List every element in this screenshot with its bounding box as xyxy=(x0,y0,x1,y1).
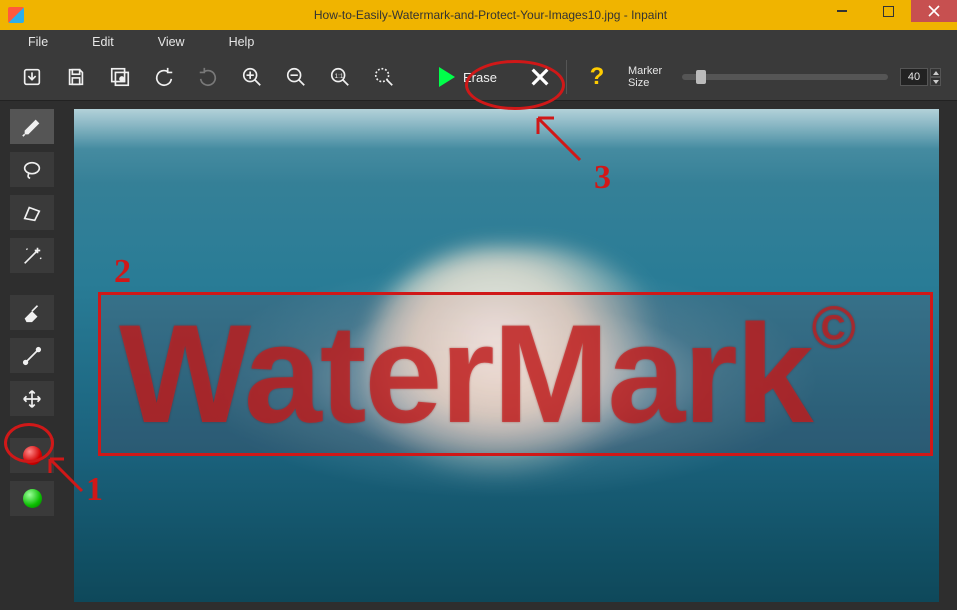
magic-wand-tool[interactable] xyxy=(10,238,54,273)
move-tool[interactable] xyxy=(10,381,54,416)
zoom-actual-button[interactable]: 1:1 xyxy=(318,56,362,98)
marker-size-value[interactable]: 40 xyxy=(900,68,928,86)
slider-knob[interactable] xyxy=(696,70,706,84)
erase-button[interactable]: Erase xyxy=(418,56,518,98)
selection-rectangle: WaterMark© xyxy=(98,292,933,456)
marker-tool[interactable] xyxy=(10,109,54,144)
zoom-fit-button[interactable] xyxy=(362,56,406,98)
menu-file[interactable]: File xyxy=(6,31,70,53)
app-icon xyxy=(8,7,24,23)
menu-edit[interactable]: Edit xyxy=(70,31,136,53)
open-button[interactable] xyxy=(10,56,54,98)
main-toolbar: 1:1 Erase ? Marker Size 40 xyxy=(0,54,957,101)
preview-button[interactable] xyxy=(98,56,142,98)
tool-panel xyxy=(10,109,54,516)
removal-mask-tool[interactable] xyxy=(10,438,54,473)
save-button[interactable] xyxy=(54,56,98,98)
maximize-button[interactable] xyxy=(865,0,911,22)
window-titlebar: How-to-Easily-Watermark-and-Protect-Your… xyxy=(0,0,957,30)
zoom-in-button[interactable] xyxy=(230,56,274,98)
polygon-tool[interactable] xyxy=(10,195,54,230)
window-title: How-to-Easily-Watermark-and-Protect-Your… xyxy=(24,8,957,22)
redo-button[interactable] xyxy=(186,56,230,98)
red-dot-icon xyxy=(23,446,42,465)
zoom-out-button[interactable] xyxy=(274,56,318,98)
erase-label: Erase xyxy=(463,70,497,85)
play-icon xyxy=(439,67,455,87)
canvas[interactable]: WaterMark© 2 3 xyxy=(74,109,939,602)
close-button[interactable] xyxy=(911,0,957,22)
watermark-text: WaterMark© xyxy=(119,293,854,456)
svg-text:1:1: 1:1 xyxy=(335,73,344,80)
line-tool[interactable] xyxy=(10,338,54,373)
lasso-tool[interactable] xyxy=(10,152,54,187)
green-dot-icon xyxy=(23,489,42,508)
donor-mask-tool[interactable] xyxy=(10,481,54,516)
menu-view[interactable]: View xyxy=(136,31,207,53)
menu-bar: File Edit View Help xyxy=(0,30,957,54)
minimize-button[interactable] xyxy=(819,0,865,22)
marker-size-step-down[interactable] xyxy=(930,77,941,86)
eraser-tool[interactable] xyxy=(10,295,54,330)
undo-button[interactable] xyxy=(142,56,186,98)
marker-size-label: Marker Size xyxy=(628,65,662,89)
workspace: WaterMark© 2 3 1 xyxy=(0,101,957,610)
help-button[interactable]: ? xyxy=(576,63,618,91)
window-buttons xyxy=(819,0,957,22)
menu-help[interactable]: Help xyxy=(207,31,277,53)
cancel-button[interactable] xyxy=(518,56,562,98)
marker-size-step-up[interactable] xyxy=(930,68,941,77)
marker-size-slider[interactable] xyxy=(682,74,888,80)
